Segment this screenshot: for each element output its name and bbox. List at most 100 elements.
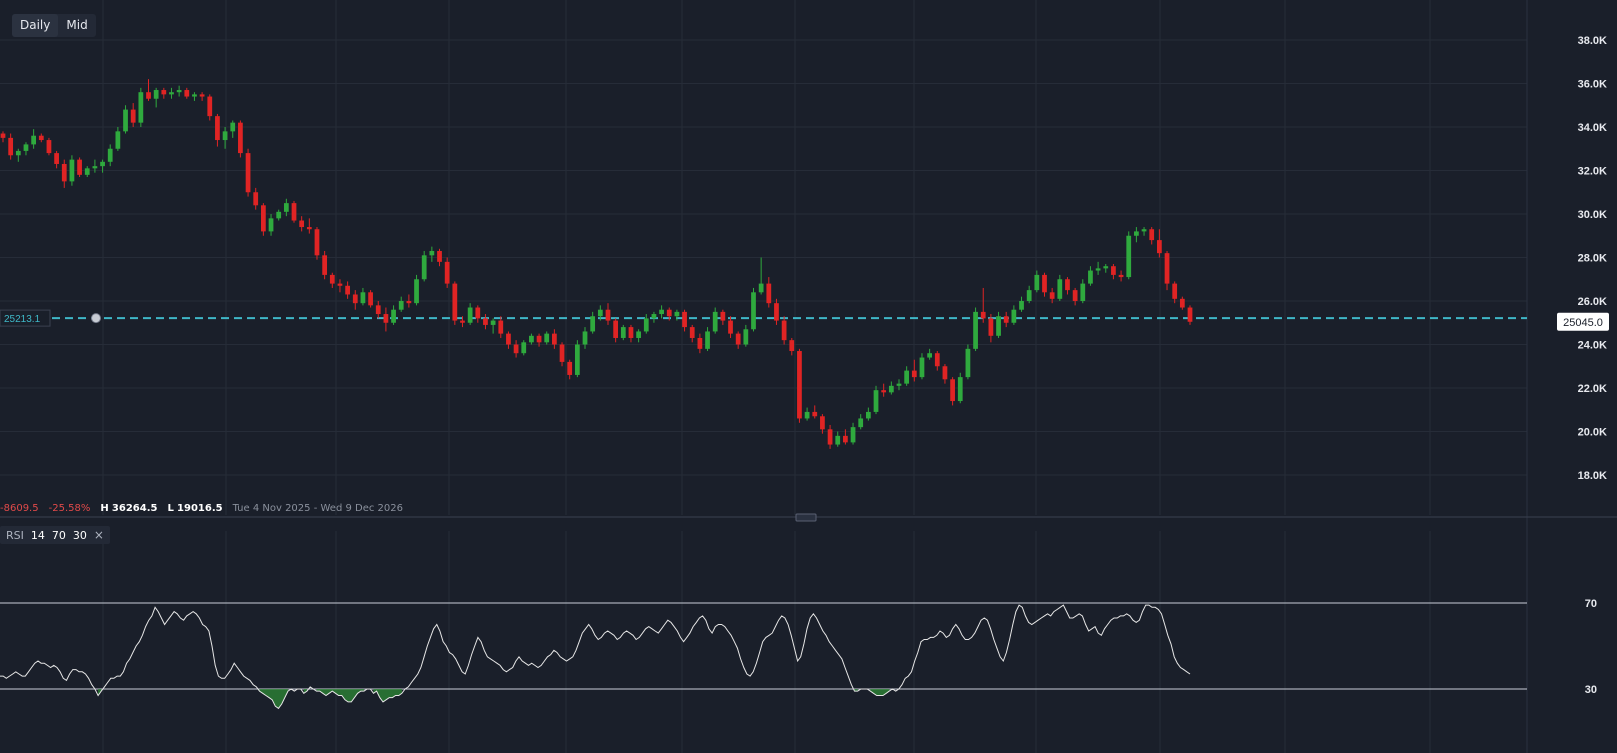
candle-body bbox=[1179, 298, 1185, 308]
rsi-lower: 30 bbox=[72, 528, 87, 542]
level-line-label: 25213.1 bbox=[4, 314, 41, 325]
candle-body bbox=[1164, 253, 1170, 284]
low-value: 19016.5 bbox=[177, 503, 223, 514]
candle-body bbox=[651, 314, 657, 319]
candle-body bbox=[192, 94, 197, 97]
candle-body bbox=[751, 292, 756, 330]
candle-body bbox=[758, 283, 764, 293]
candle-body bbox=[115, 131, 121, 149]
candle-body bbox=[942, 366, 948, 380]
change-value: -8609.5 bbox=[0, 503, 39, 514]
price-tick-label: 34.0K bbox=[1578, 122, 1607, 134]
candle-body bbox=[375, 305, 381, 315]
candle-body bbox=[54, 153, 59, 164]
candle-body bbox=[15, 150, 21, 156]
candle-body bbox=[797, 351, 802, 419]
candle-body bbox=[567, 361, 573, 375]
chart-canvas[interactable]: 38.0K 36.0K 34.0K 32.0K 30.0K 28.0K 26.0K 24.0K… bbox=[0, 0, 1617, 753]
candle-body bbox=[1072, 290, 1078, 301]
candle-body bbox=[253, 192, 259, 206]
candle-body bbox=[858, 418, 864, 428]
candle-body bbox=[176, 90, 182, 93]
candle-body bbox=[1065, 279, 1070, 291]
candle-body bbox=[498, 320, 504, 334]
candle-body bbox=[1042, 274, 1047, 293]
candle-body bbox=[1057, 279, 1063, 299]
candle-body bbox=[291, 203, 297, 221]
candle-body bbox=[643, 318, 649, 332]
price-tick-label: 26.0K bbox=[1578, 296, 1607, 308]
level-line-anchor bbox=[91, 313, 101, 324]
candle-body bbox=[437, 250, 442, 262]
candle-body bbox=[38, 135, 44, 141]
candle-body bbox=[506, 333, 511, 345]
price-tick-label: 30.0K bbox=[1578, 209, 1607, 221]
candle-body bbox=[620, 327, 626, 338]
rsi-legend: RSI 14 70 30 × bbox=[0, 526, 110, 544]
candle-body bbox=[199, 94, 205, 97]
candle-body bbox=[414, 279, 419, 304]
change-percent: -25.58% bbox=[48, 503, 91, 514]
candle-body bbox=[1011, 309, 1017, 323]
candle-body bbox=[84, 168, 90, 175]
candle-body bbox=[590, 316, 596, 332]
price-tick-label: 32.0K bbox=[1578, 166, 1607, 178]
candle-body bbox=[659, 309, 664, 315]
candle-body bbox=[559, 344, 565, 362]
candle-body bbox=[92, 166, 98, 169]
candle-body bbox=[574, 344, 580, 375]
candle-body bbox=[153, 90, 159, 99]
price-tick-label: 18.0K bbox=[1578, 470, 1607, 482]
candle-body bbox=[31, 135, 37, 145]
candle-body bbox=[107, 148, 113, 162]
candle-body bbox=[268, 218, 274, 232]
candle-body bbox=[299, 220, 305, 228]
candle-body bbox=[490, 320, 496, 325]
candle-body bbox=[973, 311, 978, 349]
candle-body bbox=[1156, 240, 1162, 254]
candle-body bbox=[674, 311, 680, 317]
candle-body bbox=[283, 203, 289, 212]
candle-body bbox=[138, 92, 144, 123]
high-label: H bbox=[100, 503, 109, 514]
candle-body bbox=[1172, 283, 1178, 299]
candle-body bbox=[337, 283, 343, 286]
pane-resize-handle bbox=[795, 513, 817, 522]
candle-body bbox=[1141, 229, 1147, 232]
rsi-upper: 70 bbox=[51, 528, 66, 542]
candle-body bbox=[123, 109, 128, 132]
candle-body bbox=[1019, 301, 1024, 310]
candle-body bbox=[8, 137, 14, 156]
candle-body bbox=[444, 261, 450, 284]
candle-body bbox=[789, 340, 795, 352]
candle-body bbox=[46, 140, 52, 154]
candle-body bbox=[934, 353, 940, 367]
candle-body bbox=[23, 144, 29, 151]
candle-body bbox=[552, 333, 557, 345]
candle-body bbox=[781, 320, 787, 341]
candle-body bbox=[865, 411, 871, 419]
price-stats: -8609.5 -25.58% H 36264.5 L 19016.5 Tue … bbox=[0, 503, 403, 514]
candle-body bbox=[100, 161, 105, 167]
candle-body bbox=[276, 211, 282, 219]
candle-body bbox=[421, 255, 427, 280]
candle-body bbox=[636, 331, 641, 338]
candle-body bbox=[460, 320, 465, 323]
candle-body bbox=[843, 435, 848, 443]
low-label: L bbox=[167, 503, 174, 514]
close-icon[interactable]: × bbox=[94, 528, 104, 542]
candle-body bbox=[161, 90, 167, 95]
candle-body bbox=[605, 309, 611, 321]
candle-body bbox=[329, 274, 335, 284]
candle-body bbox=[1126, 235, 1132, 278]
candle-body bbox=[513, 344, 519, 354]
candle-body bbox=[720, 311, 726, 321]
high-stat: H 36264.5 bbox=[100, 503, 157, 514]
candle-body bbox=[850, 427, 856, 443]
candle-body bbox=[483, 318, 488, 325]
price-tick-label: 24.0K bbox=[1578, 340, 1607, 352]
candle-body bbox=[919, 357, 925, 378]
candle-body bbox=[827, 429, 833, 445]
candle-body bbox=[207, 96, 213, 117]
candle-body bbox=[904, 370, 910, 384]
